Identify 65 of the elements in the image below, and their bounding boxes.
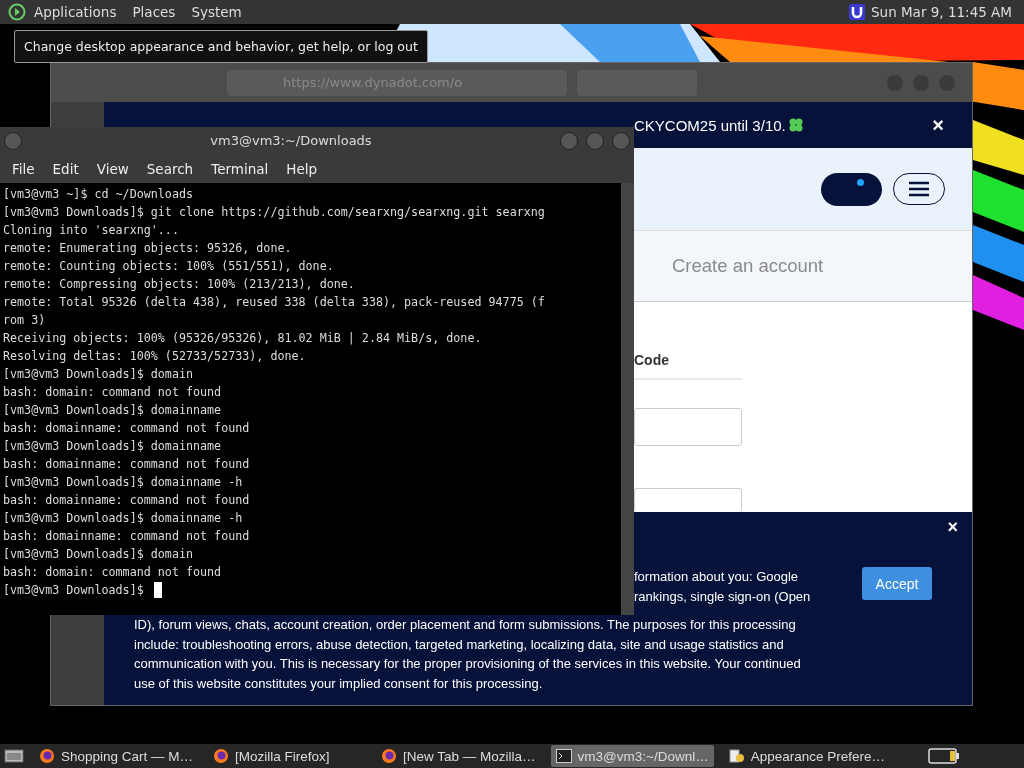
text-cursor bbox=[153, 582, 162, 598]
taskbar-item[interactable]: Shopping Cart — M… bbox=[34, 745, 199, 767]
panel-menu[interactable]: Places bbox=[124, 4, 184, 20]
taskbar-item[interactable]: vm3@vm3:~/Downl… bbox=[550, 745, 714, 767]
terminal-icon bbox=[555, 749, 572, 763]
terminal-line: [vm3@vm3 Downloads]$ domainname -h bbox=[3, 510, 243, 527]
scrollbar[interactable] bbox=[621, 183, 634, 615]
menu-item[interactable]: Help bbox=[277, 160, 327, 177]
terminal-line: [vm3@vm3 Downloads]$ domainname -h bbox=[3, 474, 243, 491]
taskbar-item[interactable]: [New Tab — Mozilla… bbox=[376, 745, 541, 767]
menu-icon bbox=[907, 180, 931, 198]
terminal-prompt: [vm3@vm3 Downloads]$ bbox=[3, 582, 144, 599]
terminal-line: remote: Total 95326 (delta 438), reused 338 (delta 338), pack-reused 94775 (f bbox=[3, 294, 545, 311]
close-button[interactable]: × bbox=[932, 113, 944, 137]
terminal-line: Cloning into 'searxng'... bbox=[3, 222, 179, 239]
menu-item[interactable]: File bbox=[3, 160, 44, 177]
terminal-line: bash: domainname: command not found bbox=[3, 528, 250, 545]
terminal-line: [vm3@vm3 Downloads]$ domain bbox=[3, 366, 193, 383]
logo-icon[interactable] bbox=[8, 3, 26, 21]
tooltip: Change desktop appearance and behavior, get help, or log out bbox=[14, 30, 428, 63]
terminal-line: [vm3@vm3 Downloads]$ domain bbox=[3, 546, 193, 563]
menu-item[interactable]: Edit bbox=[43, 160, 88, 177]
terminal-line: bash: domain: command not found bbox=[3, 564, 222, 581]
firefox-icon bbox=[39, 748, 55, 764]
panel-menu[interactable]: System bbox=[183, 4, 250, 20]
taskbar-item[interactable]: [Mozilla Firefox] bbox=[208, 745, 367, 767]
terminal-line: remote: Compressing objects: 100% (213/213), done. bbox=[3, 276, 355, 293]
terminal-line: bash: domainname: command not found bbox=[3, 456, 250, 473]
menu-item[interactable]: Search bbox=[137, 160, 203, 177]
input-field[interactable] bbox=[634, 408, 742, 446]
window-title: vm3@vm3:~/Downloads bbox=[209, 133, 373, 148]
close-button[interactable] bbox=[612, 131, 630, 150]
close-button[interactable]: × bbox=[947, 517, 958, 538]
terminal-line: [vm3@vm3 ~]$ cd ~/Downloads bbox=[3, 186, 193, 203]
cookie-text: ID), forum views, chats, account creation, order placement and form submissions. The purposes for this processing include: troubleshooting errors, abuse detection, targeted marketing, localizing data, site and usage statistics and communication with you. This is necessary for the proper provisioning of the services in this website. Your continued use of this website constitutes your implied consent for this processing. bbox=[134, 616, 802, 693]
cookie-text: formation about you: Google bbox=[634, 568, 800, 586]
menu-item[interactable]: Terminal bbox=[202, 160, 278, 177]
terminal-line: bash: domainname: command not found bbox=[3, 420, 250, 437]
appearance-icon bbox=[728, 748, 745, 764]
terminal-line: remote: Counting objects: 100% (551/551), done. bbox=[3, 258, 334, 275]
terminal-line: bash: domain: command not found bbox=[3, 384, 222, 401]
promo-text: CKYCOM25 until 3/10. bbox=[634, 116, 786, 134]
terminal-line: [vm3@vm3 Downloads]$ git clone https://github.com/searxng/searxng.git searxng bbox=[3, 204, 545, 221]
account-button[interactable] bbox=[821, 172, 882, 206]
cookie-text: rankings, single sign-on (Open bbox=[634, 587, 812, 606]
terminal-line: [vm3@vm3 Downloads]$ domainname bbox=[3, 402, 222, 419]
taskbar-item[interactable]: Appearance Prefere… bbox=[723, 745, 891, 767]
menu-item[interactable]: View bbox=[87, 160, 138, 177]
terminal-line: Resolving deltas: 100% (52733/52733), done. bbox=[3, 348, 306, 365]
terminal-line: Receiving objects: 100% (95326/95326), 81.02 MiB | 2.84 MiB/s, done. bbox=[3, 330, 482, 347]
panel-menu[interactable]: Applications bbox=[26, 4, 125, 20]
terminal-line: [vm3@vm3 Downloads]$ domainname bbox=[3, 438, 222, 455]
firefox-icon bbox=[381, 748, 398, 764]
terminal-line: bash: domainname: command not found bbox=[3, 492, 250, 509]
minimize-button[interactable] bbox=[560, 131, 578, 150]
maximize-button[interactable] bbox=[586, 131, 604, 150]
firefox-icon bbox=[213, 748, 230, 764]
battery-icon[interactable] bbox=[928, 747, 960, 765]
clover-icon bbox=[787, 117, 804, 133]
terminal-line: rom 3) bbox=[3, 312, 46, 329]
update-icon[interactable] bbox=[849, 4, 865, 20]
show-desktop-icon[interactable] bbox=[4, 748, 24, 764]
clock[interactable]: Sun Mar 9, 11:45 AM bbox=[871, 4, 1012, 20]
window-menu-button[interactable] bbox=[4, 131, 22, 150]
terminal-line: remote: Enumerating objects: 95326, done. bbox=[3, 240, 292, 257]
